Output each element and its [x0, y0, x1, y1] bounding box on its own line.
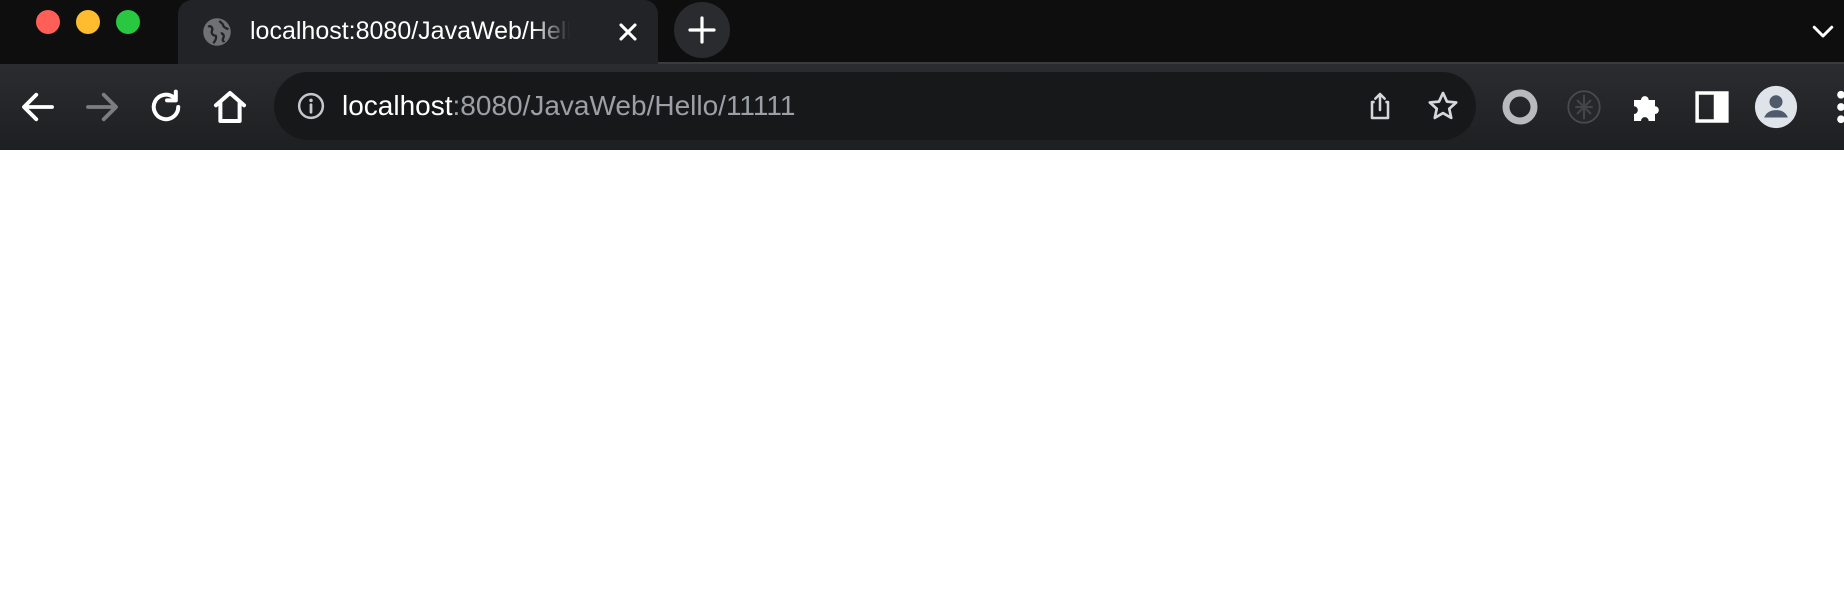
reload-icon[interactable]: [145, 86, 187, 128]
url-host: localhost: [342, 90, 453, 121]
more-menu-icon[interactable]: [1824, 86, 1844, 128]
puzzle-icon[interactable]: [1627, 86, 1669, 128]
tab-strip: localhost:8080/JavaWeb/Hello: [0, 0, 1844, 64]
star-icon[interactable]: [1426, 89, 1460, 123]
close-icon[interactable]: [614, 18, 642, 46]
window-maximize-button[interactable]: [116, 10, 140, 34]
side-panel-icon[interactable]: [1691, 86, 1733, 128]
toolbar: localhost:8080/JavaWeb/Hello/11111: [0, 64, 1844, 150]
url-text[interactable]: localhost:8080/JavaWeb/Hello/11111: [342, 86, 796, 126]
browser-window: localhost:8080/JavaWeb/Hello localhost:8…: [0, 0, 1844, 596]
page-content: [0, 150, 1844, 596]
home-icon[interactable]: [209, 86, 251, 128]
info-icon[interactable]: [296, 91, 326, 121]
arrow-right-icon[interactable]: [81, 86, 123, 128]
tab-title: localhost:8080/JavaWeb/Hello: [250, 17, 570, 45]
tab-active[interactable]: localhost:8080/JavaWeb/Hello: [178, 0, 658, 64]
address-bar[interactable]: localhost:8080/JavaWeb/Hello/11111: [274, 72, 1476, 140]
new-tab-button[interactable]: [674, 2, 730, 58]
arrow-left-icon[interactable]: [17, 86, 59, 128]
url-path: :8080/JavaWeb/Hello/11111: [452, 90, 796, 121]
globe-icon: [203, 18, 231, 46]
profile-avatar-icon[interactable]: [1753, 84, 1799, 130]
share-icon[interactable]: [1364, 90, 1396, 122]
chevron-down-icon[interactable]: [1808, 16, 1838, 46]
plus-icon: [688, 16, 716, 44]
extension-icon-dim[interactable]: [1563, 86, 1605, 128]
window-close-button[interactable]: [36, 10, 60, 34]
window-minimize-button[interactable]: [76, 10, 100, 34]
record-icon[interactable]: [1499, 86, 1541, 128]
